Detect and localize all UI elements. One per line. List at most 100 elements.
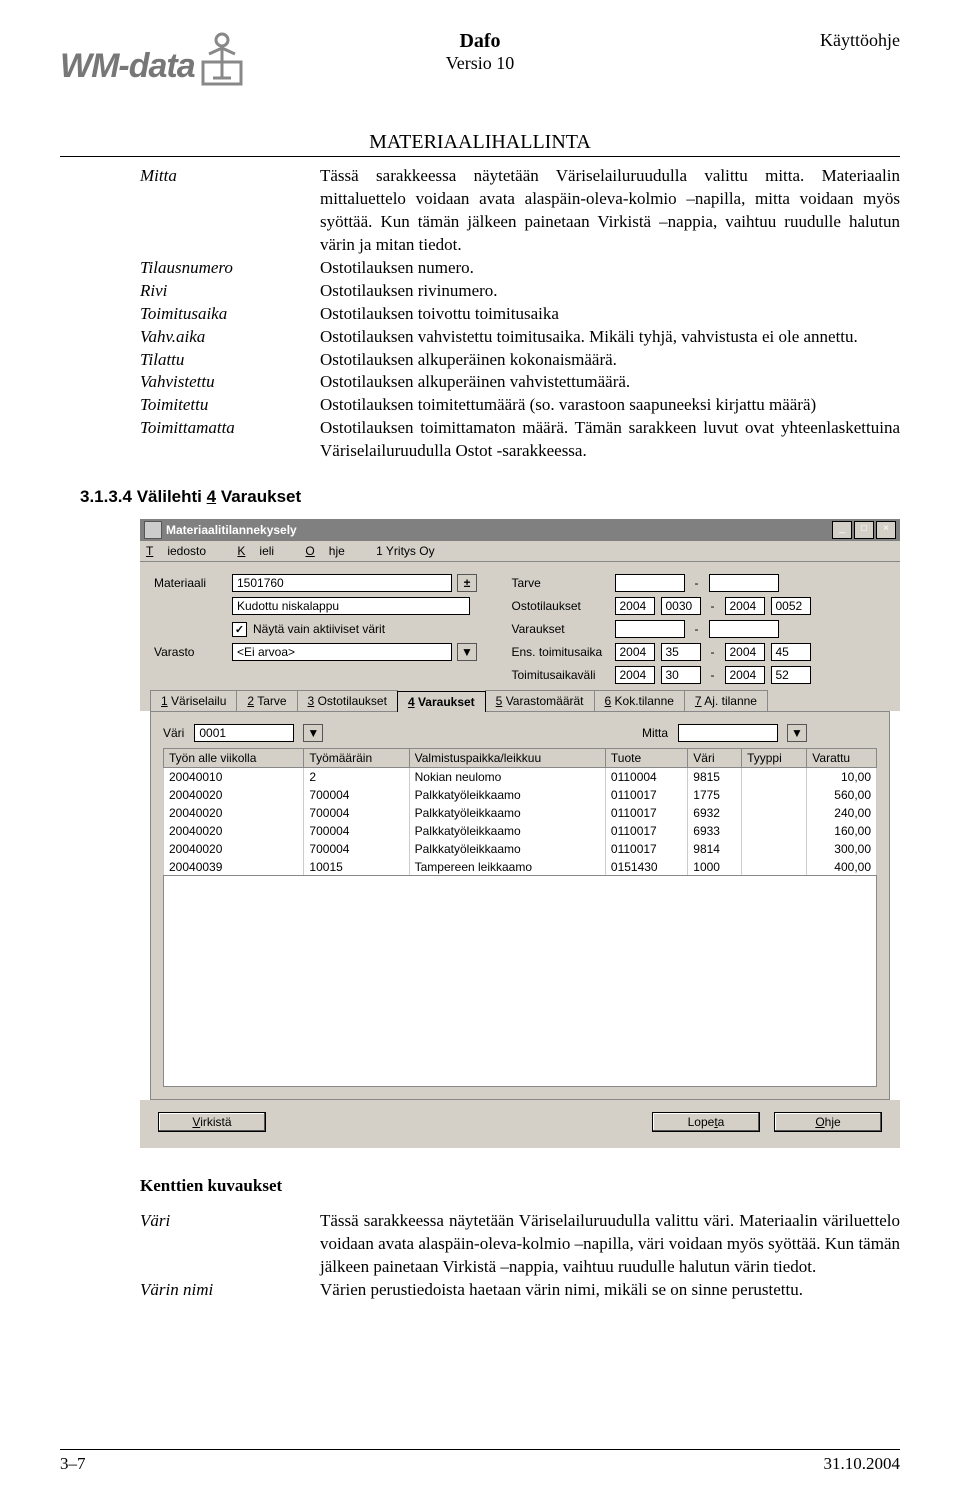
- definition-list-2: VäriTässä sarakkeessa näytetään Värisela…: [140, 1210, 900, 1302]
- tab-bar: 1 Väriselailu2 Tarve3 Ostotilaukset4 Var…: [140, 690, 900, 711]
- table-row[interactable]: 2004003910015Tampereen leikkaamo01514301…: [164, 858, 877, 876]
- menu-tiedosto[interactable]: Tiedosto: [146, 544, 220, 558]
- aktiiviset-label: Näytä vain aktiiviset värit: [253, 622, 385, 636]
- tab[interactable]: 2 Tarve: [236, 690, 297, 711]
- mitta-dropdown-icon[interactable]: ▼: [787, 724, 807, 742]
- def-term: Toimitettu: [140, 394, 320, 417]
- titlebar: Materiaalitilannekysely _ □ ×: [140, 519, 900, 541]
- def-term: Vahvistettu: [140, 371, 320, 394]
- tab[interactable]: 7 Aj. tilanne: [684, 690, 768, 711]
- doc-type: Käyttöohje: [820, 30, 900, 51]
- tab[interactable]: 1 Väriselailu: [150, 690, 237, 711]
- def-desc: Ostotilauksen numero.: [320, 257, 900, 280]
- tab-content-varaukset: Väri 0001▼ Mitta ▼ Työn alle viikollaTyö…: [150, 711, 890, 1100]
- page-number: 3–7: [60, 1454, 86, 1474]
- minimize-button[interactable]: _: [832, 521, 852, 539]
- ens-y2[interactable]: 2004: [725, 643, 765, 661]
- menu-kieli[interactable]: Kieli: [237, 544, 288, 558]
- dialog-buttons: Virkistä Lopeta Ohje: [140, 1100, 900, 1148]
- table-row[interactable]: 20040020700004Palkkatyöleikkaamo01100171…: [164, 786, 877, 804]
- def-desc: Ostotilauksen alkuperäinen kokonaismäärä…: [320, 349, 900, 372]
- col-header[interactable]: Väri: [688, 749, 742, 768]
- window-title: Materiaalitilannekysely: [166, 523, 832, 537]
- vali-y2[interactable]: 2004: [725, 666, 765, 684]
- col-header[interactable]: Työn alle viikolla: [164, 749, 304, 768]
- col-header[interactable]: Valmistuspaikka/leikkuu: [409, 749, 605, 768]
- col-header[interactable]: Tyyppi: [742, 749, 807, 768]
- tarve-input-2[interactable]: [709, 574, 779, 592]
- varasto-dropdown-icon[interactable]: ▼: [457, 643, 477, 661]
- header-rule: [60, 156, 900, 157]
- table-row[interactable]: 200400102Nokian neulomo0110004981510,00: [164, 768, 877, 787]
- kenttien-kuvaukset-heading: Kenttien kuvaukset: [140, 1176, 900, 1196]
- def-term: Tilattu: [140, 349, 320, 372]
- ens-w1[interactable]: 35: [661, 643, 701, 661]
- app-icon: [144, 521, 162, 539]
- tab[interactable]: 4 Varaukset: [397, 691, 486, 712]
- varasto-label: Varasto: [154, 645, 224, 659]
- tarve-label: Tarve: [512, 576, 607, 590]
- def-desc: Värien perustiedoista haetaan värin nimi…: [320, 1279, 900, 1302]
- close-button[interactable]: ×: [876, 521, 896, 539]
- vali-w2[interactable]: 52: [771, 666, 811, 684]
- def-desc: Tässä sarakkeessa näytetään Väriselailur…: [320, 165, 900, 257]
- ens-y1[interactable]: 2004: [615, 643, 655, 661]
- aktiiviset-checkbox[interactable]: ✓: [232, 622, 247, 637]
- ens-toimitusaika-label: Ens. toimitusaika: [512, 645, 607, 659]
- table-row[interactable]: 20040020700004Palkkatyöleikkaamo01100179…: [164, 840, 877, 858]
- col-header[interactable]: Varattu: [807, 749, 877, 768]
- vari-dropdown-icon[interactable]: ▼: [303, 724, 323, 742]
- menu-yritys[interactable]: 1 Yritys Oy: [376, 544, 434, 558]
- maximize-button[interactable]: □: [854, 521, 874, 539]
- menu-ohje[interactable]: Ohje: [305, 544, 358, 558]
- def-term: Tilausnumero: [140, 257, 320, 280]
- varaukset-input-1[interactable]: [615, 620, 685, 638]
- materiaali-input[interactable]: 1501760: [232, 574, 452, 592]
- materiaali-label: Materiaali: [154, 576, 224, 590]
- page-header: WM-data Dafo Versio 10 Käyttöohje: [60, 30, 900, 125]
- tab[interactable]: 6 Kok.tilanne: [594, 690, 685, 711]
- vari-filter-input[interactable]: 0001: [194, 724, 294, 742]
- footer-date: 31.10.2004: [824, 1454, 901, 1474]
- vali-w1[interactable]: 30: [661, 666, 701, 684]
- def-term: Toimittamatta: [140, 417, 320, 463]
- doc-title-version: Versio 10: [60, 53, 900, 74]
- def-desc: Ostotilauksen alkuperäinen vahvistettumä…: [320, 371, 900, 394]
- def-desc: Ostotilauksen vahvistettu toimitusaika. …: [320, 326, 900, 349]
- def-term: Vahv.aika: [140, 326, 320, 349]
- tab[interactable]: 3 Ostotilaukset: [297, 690, 398, 711]
- virkista-button[interactable]: Virkistä: [158, 1112, 266, 1132]
- page-footer: 3–7 31.10.2004: [60, 1449, 900, 1474]
- def-desc: Ostotilauksen toimittamaton määrä. Tämän…: [320, 417, 900, 463]
- varasto-select[interactable]: <Ei arvoa>: [232, 643, 452, 661]
- section-title: MATERIAALIHALLINTA: [60, 131, 900, 154]
- col-header[interactable]: Työmääräin: [304, 749, 409, 768]
- toimitusaikavali-label: Toimitusaikaväli: [512, 668, 607, 682]
- mitta-filter-input[interactable]: [678, 724, 778, 742]
- tarve-input-1[interactable]: [615, 574, 685, 592]
- vari-filter-label: Väri: [163, 726, 184, 740]
- ostot-y1[interactable]: 2004: [615, 597, 655, 615]
- table-row[interactable]: 20040020700004Palkkatyöleikkaamo01100176…: [164, 804, 877, 822]
- heading-underline: 4: [207, 487, 216, 506]
- definition-list: MittaTässä sarakkeessa näytetään Värisel…: [140, 165, 900, 463]
- subsection-heading: 3.1.3.4 Välilehti 4 Varaukset: [80, 487, 900, 507]
- ens-w2[interactable]: 45: [771, 643, 811, 661]
- ostot-w1[interactable]: 0030: [661, 597, 701, 615]
- varaukset-input-2[interactable]: [709, 620, 779, 638]
- ostot-w2[interactable]: 0052: [771, 597, 811, 615]
- col-header[interactable]: Tuote: [605, 749, 687, 768]
- form-area: Materiaali 1501760± Tarve - Kudottu nisk…: [140, 562, 900, 690]
- def-desc: Ostotilauksen rivinumero.: [320, 280, 900, 303]
- table-row[interactable]: 20040020700004Palkkatyöleikkaamo01100176…: [164, 822, 877, 840]
- lopeta-button[interactable]: Lopeta: [652, 1112, 760, 1132]
- vali-y1[interactable]: 2004: [615, 666, 655, 684]
- ohje-button[interactable]: Ohje: [774, 1112, 882, 1132]
- tab[interactable]: 5 Varastomäärät: [485, 690, 595, 711]
- app-window: Materiaalitilannekysely _ □ × Tiedosto K…: [140, 519, 900, 1148]
- def-desc: Ostotilauksen toimitettumäärä (so. varas…: [320, 394, 900, 417]
- materiaali-dropdown-icon[interactable]: ±: [457, 574, 477, 592]
- varaukset-table: Työn alle viikollaTyömääräinValmistuspai…: [163, 748, 877, 876]
- def-term: Värin nimi: [140, 1279, 320, 1302]
- ostot-y2[interactable]: 2004: [725, 597, 765, 615]
